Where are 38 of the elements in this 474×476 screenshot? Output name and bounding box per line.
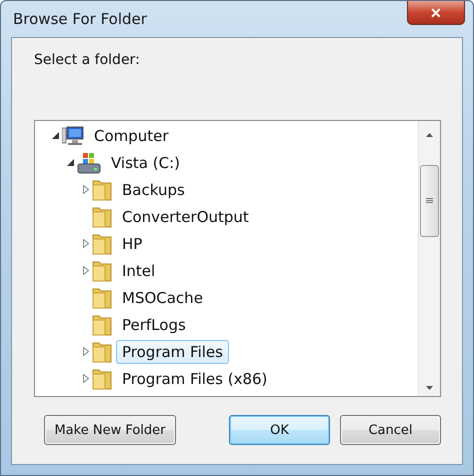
tree-item[interactable]: Backups xyxy=(116,178,191,202)
computer-icon xyxy=(62,126,84,146)
expand-arrow-icon[interactable] xyxy=(82,374,88,383)
collapse-arrow-icon[interactable] xyxy=(52,132,59,139)
scroll-down-icon[interactable] xyxy=(426,386,433,390)
tree-item[interactable]: HP xyxy=(116,232,148,256)
expand-arrow-icon[interactable] xyxy=(82,239,88,248)
tree-item[interactable]: MSOCache xyxy=(116,286,209,310)
dialog-button[interactable]: Make New Folder xyxy=(44,415,176,445)
folder-icon xyxy=(92,368,112,390)
expand-arrow-icon[interactable] xyxy=(82,185,88,194)
scroll-thumb[interactable] xyxy=(420,165,439,237)
tree-item[interactable]: Program Files xyxy=(116,340,229,364)
folder-icon xyxy=(92,206,112,228)
tree-item[interactable]: Intel xyxy=(116,258,162,282)
folder-icon xyxy=(92,340,112,362)
tree-item[interactable]: PerfLogs xyxy=(116,312,192,336)
ok-button[interactable]: OK xyxy=(228,415,330,445)
folder-icon xyxy=(92,260,112,282)
collapse-arrow-icon[interactable] xyxy=(67,159,74,166)
folder-icon xyxy=(92,232,112,254)
grip-icon xyxy=(426,198,433,204)
folder-icon xyxy=(92,286,112,308)
folder-icon xyxy=(92,314,112,336)
prompt-text: Select a folder: xyxy=(34,52,140,68)
close-button[interactable]: ✕ xyxy=(407,1,465,25)
tree-item[interactable]: Program Files (x86) xyxy=(116,366,274,390)
scroll-up-icon[interactable] xyxy=(426,133,433,137)
folder-icon xyxy=(92,178,112,200)
scrollbar[interactable] xyxy=(418,121,440,396)
expand-arrow-icon[interactable] xyxy=(82,266,88,275)
window-title: Browse For Folder xyxy=(13,10,147,28)
tree-item[interactable]: Computer xyxy=(88,124,175,148)
drive-icon xyxy=(77,152,101,174)
tree-item[interactable]: Vista (C:) xyxy=(105,150,186,174)
expand-arrow-icon[interactable] xyxy=(82,347,88,356)
dialog-button[interactable]: Cancel xyxy=(340,415,441,445)
tree-item[interactable]: ConverterOutput xyxy=(116,204,255,228)
